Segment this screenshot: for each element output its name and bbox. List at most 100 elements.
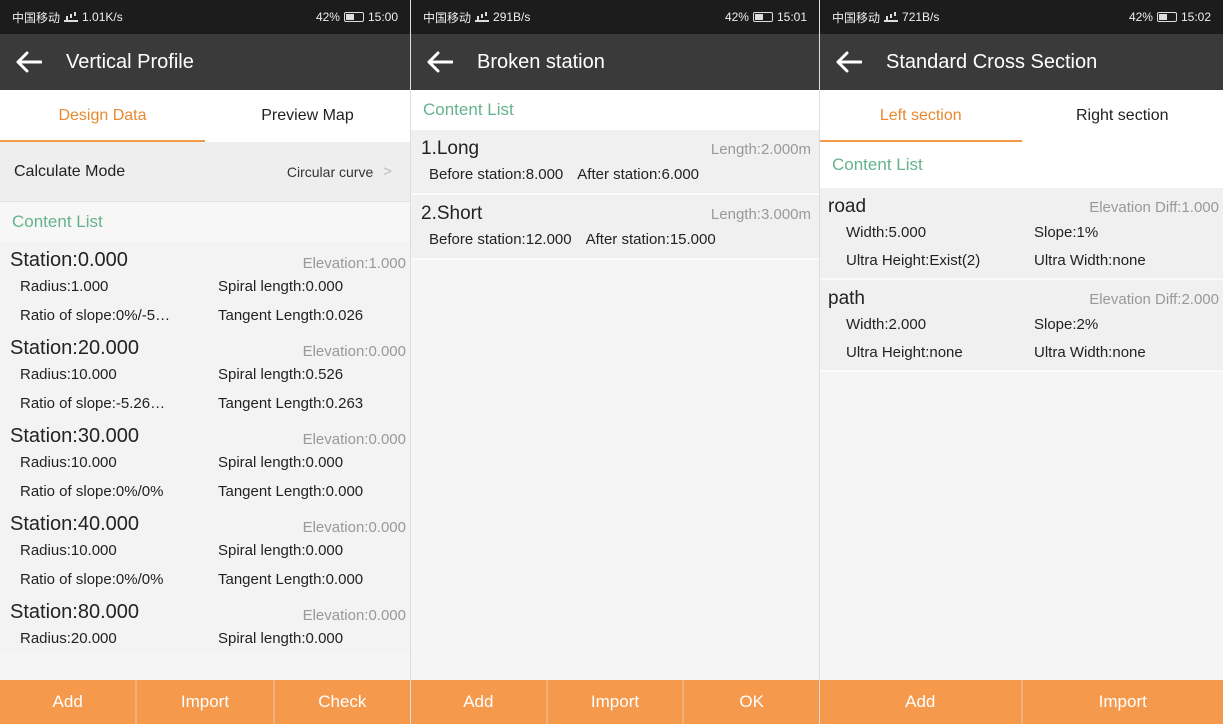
slope-ratio-value: Ratio of slope:0%/-5… <box>20 307 171 324</box>
network-speed: 291B/s <box>493 10 531 24</box>
radius-value: Radius:10.000 <box>20 366 117 383</box>
battery-icon <box>1156 12 1177 22</box>
station-list: Station:0.000 Elevation:1.000 Radius:1.0… <box>0 242 410 653</box>
section-name: road <box>828 196 867 217</box>
tab-left-section[interactable]: Left section <box>820 90 1022 142</box>
tangent-length-value: Tangent Length:0.000 <box>218 571 364 588</box>
list-item[interactable]: Station:30.000 Elevation:0.000 Radius:10… <box>0 418 410 506</box>
ultra-height-value: Ultra Height:Exist(2) <box>846 251 981 269</box>
page-title: Vertical Profile <box>66 50 194 73</box>
tangent-length-value: Tangent Length:0.026 <box>218 307 364 324</box>
calculate-mode-label: Calculate Mode <box>14 162 126 180</box>
import-button[interactable]: Import <box>137 680 273 724</box>
clock: 15:01 <box>776 10 807 24</box>
title-bar: Broken station <box>411 34 819 90</box>
clock: 15:02 <box>1180 10 1211 24</box>
list-item[interactable]: 1.Long Length:2.000m Before station:8.00… <box>411 130 819 195</box>
clock: 15:00 <box>367 10 398 24</box>
ultra-width-value: Ultra Width:none <box>1034 251 1146 269</box>
arrow-left-icon[interactable] <box>14 47 44 77</box>
battery-icon <box>752 12 773 22</box>
after-station-value: After station:6.000 <box>577 166 700 183</box>
status-bar: 中国移动 721B/s 42% 15:02 <box>820 0 1223 34</box>
add-button[interactable]: Add <box>411 680 546 724</box>
battery-icon <box>343 12 364 22</box>
list-item[interactable]: path Elevation Diff:2.000 Width:2.000 Slo… <box>820 280 1223 372</box>
content-list-heading: Content List <box>411 90 819 130</box>
import-button[interactable]: Import <box>547 680 683 724</box>
list-item[interactable]: 2.Short Length:3.000m Before station:12.… <box>411 195 819 260</box>
spiral-length-value: Spiral length:0.000 <box>218 630 344 647</box>
width-value: Width:2.000 <box>846 315 927 333</box>
before-station-value: Before station:8.000 <box>429 166 564 183</box>
signal-icon <box>884 12 899 22</box>
tangent-length-value: Tangent Length:0.000 <box>218 483 364 500</box>
slope-ratio-value: Ratio of slope:-5.26… <box>20 395 166 412</box>
elevation-value: Elevation:1.000 <box>302 255 406 272</box>
slope-value: Slope:1% <box>1034 223 1099 241</box>
import-button[interactable]: Import <box>1022 680 1223 724</box>
broken-station-name: 1.Long <box>421 138 480 159</box>
list-item[interactable]: Station:20.000 Elevation:0.000 Radius:10… <box>0 330 410 418</box>
title-bar: Vertical Profile <box>0 34 410 90</box>
elevation-value: Elevation:0.000 <box>302 519 406 536</box>
signal-icon <box>64 12 79 22</box>
station-value: Station:0.000 <box>10 249 128 271</box>
add-button[interactable]: Add <box>820 680 1021 724</box>
tab-design-data[interactable]: Design Data <box>0 90 205 142</box>
bottom-button-bar: Add Import <box>820 680 1223 724</box>
check-button[interactable]: Check <box>274 680 410 724</box>
spiral-length-value: Spiral length:0.526 <box>218 366 344 383</box>
network-speed: 721B/s <box>902 10 940 24</box>
spiral-length-value: Spiral length:0.000 <box>218 542 344 559</box>
elevation-value: Elevation:0.000 <box>302 431 406 448</box>
tab-preview-map[interactable]: Preview Map <box>205 90 410 142</box>
elevation-diff-value: Elevation Diff:1.000 <box>1089 199 1219 216</box>
signal-icon <box>475 12 490 22</box>
station-value: Station:80.000 <box>10 601 139 623</box>
page-title: Standard Cross Section <box>886 50 1098 73</box>
section-name: path <box>828 288 865 309</box>
broken-station-name: 2.Short <box>421 203 483 224</box>
station-value: Station:30.000 <box>10 425 139 447</box>
elevation-diff-value: Elevation Diff:2.000 <box>1089 291 1219 308</box>
status-bar: 中国移动 291B/s 42% 15:01 <box>411 0 819 34</box>
add-button[interactable]: Add <box>0 680 136 724</box>
battery-percent: 42% <box>724 10 749 24</box>
battery-percent: 42% <box>315 10 340 24</box>
tab-bar: Left section Right section <box>820 90 1223 142</box>
bottom-button-bar: Add Import OK <box>411 680 819 724</box>
list-item[interactable]: Station:0.000 Elevation:1.000 Radius:1.0… <box>0 242 410 330</box>
standard-cross-section-screen: 中国移动 721B/s 42% 15:02 Standard Cross Sec… <box>819 0 1223 724</box>
list-item[interactable]: Station:80.000 Elevation:0.000 Radius:20… <box>0 594 410 653</box>
length-value: Length:2.000m <box>710 141 811 158</box>
station-value: Station:40.000 <box>10 513 139 535</box>
spiral-length-value: Spiral length:0.000 <box>218 278 344 295</box>
station-value: Station:20.000 <box>10 337 139 359</box>
spiral-length-value: Spiral length:0.000 <box>218 454 344 471</box>
tab-bar: Design Data Preview Map <box>0 90 410 142</box>
ultra-height-value: Ultra Height:none <box>846 343 963 361</box>
carrier-label: 中国移动 <box>832 10 881 25</box>
radius-value: Radius:10.000 <box>20 542 117 559</box>
list-item[interactable]: Station:40.000 Elevation:0.000 Radius:10… <box>0 506 410 594</box>
before-station-value: Before station:12.000 <box>429 231 572 248</box>
radius-value: Radius:1.000 <box>20 278 109 295</box>
ok-button[interactable]: OK <box>684 680 819 724</box>
chevron-right-icon: > <box>383 163 392 180</box>
elevation-value: Elevation:0.000 <box>302 607 406 624</box>
content-list-heading: Content List <box>0 202 410 242</box>
tab-right-section[interactable]: Right section <box>1022 90 1223 142</box>
calculate-mode-row[interactable]: Calculate Mode Circular curve > <box>0 142 410 202</box>
arrow-left-icon[interactable] <box>834 47 864 77</box>
broken-station-screen: 中国移动 291B/s 42% 15:01 Broken station Con… <box>410 0 819 724</box>
vertical-profile-screen: 中国移动 1.01K/s 42% 15:00 Vertical Profile … <box>0 0 410 724</box>
arrow-left-icon[interactable] <box>425 47 455 77</box>
network-speed: 1.01K/s <box>82 10 123 24</box>
radius-value: Radius:10.000 <box>20 454 117 471</box>
length-value: Length:3.000m <box>710 206 811 223</box>
list-item[interactable]: road Elevation Diff:1.000 Width:5.000 Slo… <box>820 188 1223 280</box>
slope-ratio-value: Ratio of slope:0%/0% <box>20 483 164 500</box>
radius-value: Radius:20.000 <box>20 630 117 647</box>
carrier-label: 中国移动 <box>423 10 472 25</box>
